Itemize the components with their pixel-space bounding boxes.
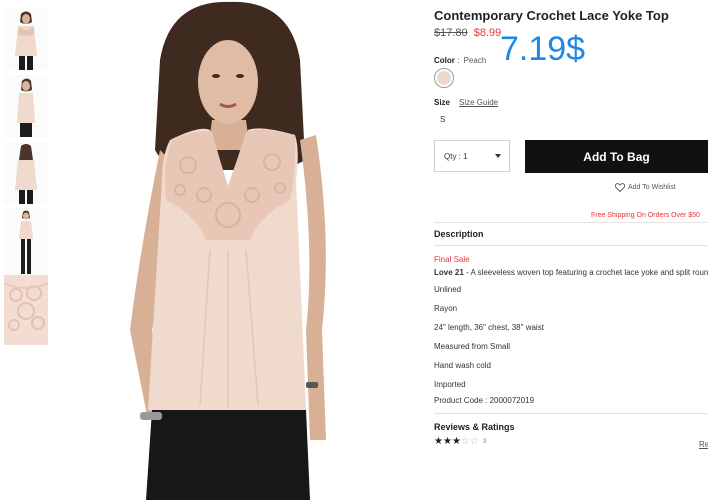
original-price: $17.80	[434, 27, 468, 39]
write-review-link[interactable]: Re	[699, 440, 708, 449]
heart-icon	[615, 183, 625, 192]
thumbnail-side-view[interactable]	[4, 75, 48, 137]
size-option-s[interactable]: S	[440, 115, 445, 124]
free-shipping-notice: Free Shipping On Orders Over $50	[591, 212, 700, 219]
divider	[434, 222, 708, 223]
size-guide-link[interactable]: Size Guide	[459, 98, 498, 107]
divider	[434, 413, 708, 414]
divider	[434, 245, 708, 246]
price-row: $17.80 $8.99	[434, 27, 501, 39]
review-count: 3	[482, 438, 487, 445]
star-rating: ★ ★ ★ ☆ ☆ 3	[434, 436, 486, 447]
color-label: Color	[434, 56, 455, 65]
thumbnail-back-view[interactable]	[4, 142, 48, 204]
chevron-down-icon	[495, 154, 501, 158]
thumbnail-full-length-view[interactable]	[4, 208, 48, 278]
thumbnail-lace-detail[interactable]	[4, 275, 48, 345]
product-code: Product Code : 2000072019	[434, 396, 535, 405]
quantity-value: Qty : 1	[444, 152, 468, 161]
description-summary: Love 21 - A sleeveless woven top featuri…	[434, 268, 708, 277]
size-label: Size	[434, 98, 451, 107]
description-heading: Description	[434, 229, 484, 239]
product-title: Contemporary Crochet Lace Yoke Top	[434, 8, 669, 23]
color-value: Peach	[463, 56, 487, 65]
color-separator: :	[457, 56, 460, 65]
description-line: 24" length, 36" chest, 38" waist	[434, 323, 544, 332]
wishlist-label: Add To Wishlist	[628, 184, 676, 191]
thumbnail-front-view[interactable]	[4, 8, 48, 70]
reviews-heading: Reviews & Ratings	[434, 422, 515, 432]
star-empty-icon: ☆	[460, 436, 470, 447]
quantity-select[interactable]: Qty : 1	[434, 140, 510, 172]
sale-price: $8.99	[473, 27, 502, 39]
description-line: Unlined	[434, 285, 462, 294]
final-sale-label: Final Sale	[434, 255, 470, 264]
description-line: Rayon	[434, 304, 458, 313]
brand-name: Love 21	[434, 268, 464, 277]
converted-price: 7.19$	[500, 30, 586, 68]
description-line: Hand wash cold	[434, 361, 491, 370]
main-product-image[interactable]	[100, 0, 422, 500]
swatch-fill	[437, 71, 451, 85]
color-label-row: Color : Peach	[434, 56, 486, 65]
summary-text: - A sleeveless woven top featuring a cro…	[463, 268, 708, 277]
description-line: Measured from Small	[434, 342, 511, 351]
star-filled-icon: ★	[451, 436, 461, 447]
description-line: Imported	[434, 380, 466, 389]
star-filled-icon: ★	[434, 436, 443, 447]
color-swatch-peach[interactable]	[434, 68, 454, 88]
add-to-wishlist-link[interactable]: Add To Wishlist	[615, 183, 676, 192]
star-filled-icon: ★	[442, 436, 452, 447]
star-empty-icon: ☆	[469, 436, 479, 447]
add-to-bag-button[interactable]: Add To Bag	[525, 140, 708, 173]
